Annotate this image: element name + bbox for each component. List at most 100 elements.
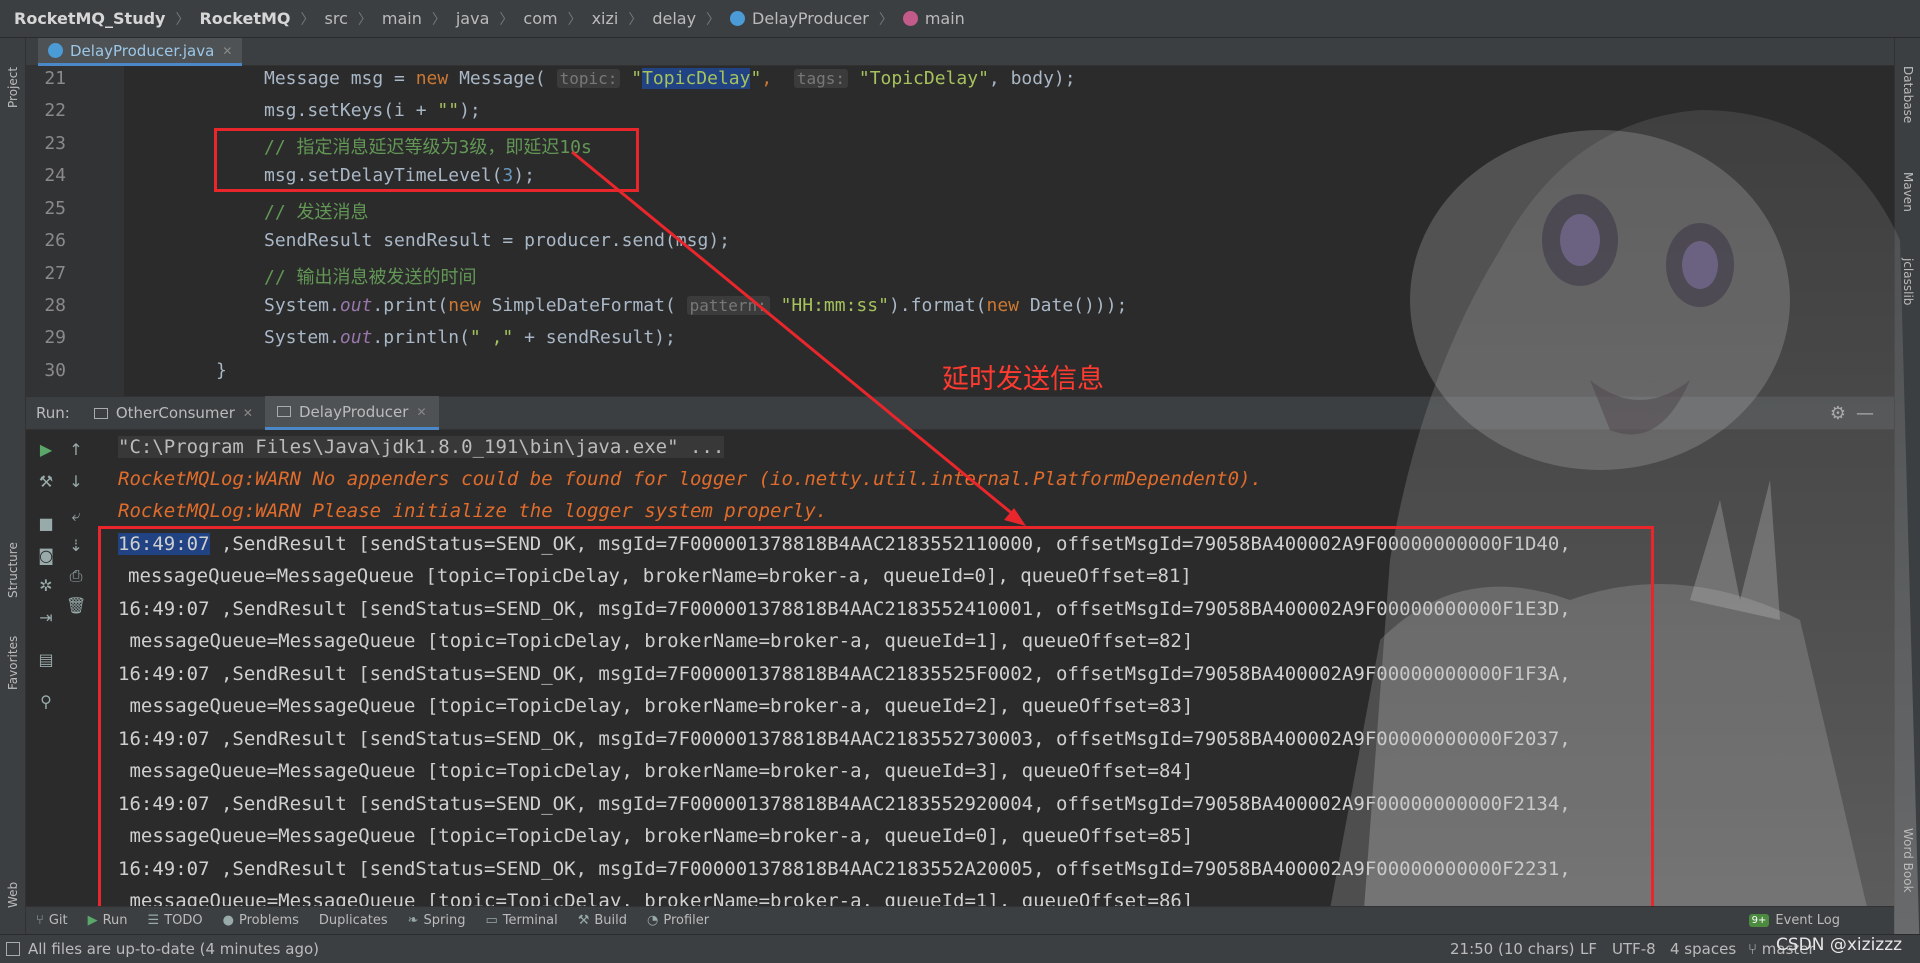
settings-icon[interactable]: ✲ (36, 576, 56, 595)
project-tool-button[interactable]: Project (6, 67, 20, 108)
breadcrumb-main[interactable]: main (382, 9, 422, 28)
console-icon (276, 406, 291, 417)
code-editor[interactable]: 21 22 23 24 25 26 27 28 29 30 Message ms… (26, 66, 1894, 396)
breadcrumb: RocketMQ_Study 〉 RocketMQ 〉 src 〉 main 〉 jav… (0, 0, 1920, 38)
up-arrow-icon[interactable]: ↑ (66, 440, 86, 459)
line-number: 23 (44, 133, 66, 154)
breadcrumb-method-label: main (924, 9, 965, 28)
profiler-tool-button[interactable]: ◔ Profiler (647, 913, 709, 928)
profiler-icon: ◔ (647, 913, 659, 928)
duplicates-tool-button[interactable]: Duplicates (319, 913, 388, 928)
list-icon: ☰ (147, 913, 160, 928)
console-warn-line: RocketMQLog:WARN No appenders could be f… (118, 468, 1262, 490)
breadcrumb-java[interactable]: java (456, 9, 490, 28)
run-toolbar: ▶ ↑ ⚒ ↓ ⤶ ■ ⇣ ◙ ⎙ ✲ 🗑 ⇥ ▤ ⚲ (26, 430, 96, 906)
branch-icon: ⑂ (36, 913, 44, 928)
status-message: All files are up-to-date (4 minutes ago) (28, 940, 319, 958)
gear-icon[interactable]: ⚙ (1830, 403, 1846, 424)
run-icon: ▶ (87, 913, 98, 928)
class-icon (730, 11, 746, 26)
breadcrumb-class[interactable]: DelayProducer (730, 9, 869, 28)
structure-tool-button[interactable]: Structure (6, 542, 20, 598)
bottom-tool-bar: ⑂ Git ▶ Run ☰ TODO ● Problems Duplicates ❧ Sp… (26, 906, 1894, 934)
code-line-27: // 输出消息被发送的时间 (264, 267, 477, 288)
branch-icon: ⑂ (1748, 940, 1762, 958)
run-tool-button[interactable]: ▶ Run (88, 913, 128, 928)
tab-delayproducer-run[interactable]: DelayProducer ✕ (264, 396, 439, 430)
scroll-to-end-icon[interactable]: ⇣ (66, 536, 86, 555)
panel-toggle-icon[interactable] (6, 942, 20, 956)
trash-icon[interactable]: 🗑 (66, 596, 86, 615)
wordbook-tool-button[interactable]: Word Book (1901, 828, 1915, 893)
web-tool-button[interactable]: Web (6, 882, 20, 908)
wrench-icon[interactable]: ⚒ (36, 472, 56, 491)
terminal-tool-button[interactable]: ▭ Terminal (485, 913, 557, 928)
code-line-30: } (216, 360, 227, 381)
run-panel-header: Run: OtherConsumer ✕ DelayProducer ✕ ⚙ — (26, 396, 1894, 430)
database-tool-button[interactable]: Database (1901, 66, 1915, 123)
tab-otherconsumer[interactable]: OtherConsumer ✕ (82, 396, 265, 430)
leaf-icon: ❧ (407, 913, 419, 928)
event-log-button[interactable]: 9+ Event Log (1748, 913, 1840, 928)
breadcrumb-src[interactable]: src (325, 9, 348, 28)
tab-delayproducer[interactable]: DelayProducer.java ✕ (38, 38, 243, 66)
file-encoding[interactable]: UTF-8 (1612, 940, 1656, 958)
jclasslib-tool-button[interactable]: jclasslib (1901, 258, 1915, 305)
highlight-box-delay-code (214, 128, 639, 192)
console-icon (93, 407, 108, 419)
run-label: Run: (36, 404, 70, 422)
todo-tool-button[interactable]: ☰ TODO (148, 913, 203, 928)
line-number: 21 (44, 68, 66, 89)
line-number: 27 (44, 263, 66, 284)
event-count-badge: 9+ (1748, 914, 1770, 927)
git-tool-button[interactable]: ⑂ Git (36, 913, 68, 928)
line-number: 24 (44, 165, 66, 186)
soft-wrap-icon[interactable]: ⤶ (66, 506, 86, 526)
code-line-21: Message msg = new Message( topic: "Topic… (264, 68, 1076, 89)
layout-icon[interactable]: ▤ (36, 650, 56, 669)
minimize-icon[interactable]: — (1856, 403, 1874, 424)
breadcrumb-delay[interactable]: delay (652, 9, 696, 28)
favorites-tool-button[interactable]: Favorites (6, 636, 20, 690)
breadcrumb-module[interactable]: RocketMQ (199, 9, 290, 28)
code-line-25: // 发送消息 (264, 202, 369, 223)
spring-tool-button[interactable]: ❧ Spring (408, 913, 466, 928)
camera-icon[interactable]: ◙ (36, 546, 56, 565)
build-tool-button[interactable]: ⚒ Build (578, 913, 627, 928)
breadcrumb-com[interactable]: com (523, 9, 557, 28)
problems-tool-button[interactable]: ● Problems (223, 913, 299, 928)
line-number: 22 (44, 100, 66, 121)
breadcrumb-project[interactable]: RocketMQ_Study (14, 9, 165, 28)
console-command-line: "C:\Program Files\Java\jdk1.8.0_191\bin\… (118, 436, 725, 458)
rerun-icon[interactable]: ▶ (36, 440, 56, 459)
breadcrumb-class-label: DelayProducer (752, 9, 869, 28)
pin-icon[interactable]: ⚲ (36, 692, 56, 711)
editor-tab-bar: DelayProducer.java ✕ (26, 38, 1894, 66)
down-arrow-icon[interactable]: ↓ (66, 472, 86, 491)
tab-label: OtherConsumer (115, 404, 235, 422)
cursor-position[interactable]: 21:50 (10 chars) (1450, 940, 1574, 958)
highlight-box-console-output (98, 526, 1654, 920)
maven-tool-button[interactable]: Maven (1901, 172, 1915, 212)
class-icon (48, 43, 63, 58)
warning-icon: ● (222, 913, 234, 928)
code-line-26: SendResult sendResult = producer.send(ms… (264, 230, 730, 251)
line-number: 25 (44, 198, 66, 219)
status-bar: All files are up-to-date (4 minutes ago)… (0, 934, 1920, 963)
close-icon[interactable]: ✕ (222, 44, 232, 58)
close-icon[interactable]: ✕ (416, 405, 426, 419)
left-tool-strip: Project Structure Favorites Web (0, 38, 26, 938)
watermark: CSDN @xizizzz (1776, 935, 1903, 955)
print-icon[interactable]: ⎙ (66, 566, 86, 586)
console-warn-line: RocketMQLog:WARN Please initialize the l… (118, 500, 828, 522)
indent-setting[interactable]: 4 spaces (1670, 940, 1736, 958)
exit-icon[interactable]: ⇥ (36, 608, 56, 627)
hammer-icon: ⚒ (577, 913, 590, 928)
close-icon[interactable]: ✕ (243, 406, 253, 420)
breadcrumb-xizi[interactable]: xizi (592, 9, 619, 28)
stop-icon[interactable]: ■ (36, 514, 56, 533)
breadcrumb-method[interactable]: main (902, 9, 965, 28)
code-line-29: System.out.println(" ," + sendResult); (264, 327, 676, 348)
annotation-label: 延时发送信息 (942, 364, 1104, 395)
line-separator[interactable]: LF (1580, 940, 1597, 958)
